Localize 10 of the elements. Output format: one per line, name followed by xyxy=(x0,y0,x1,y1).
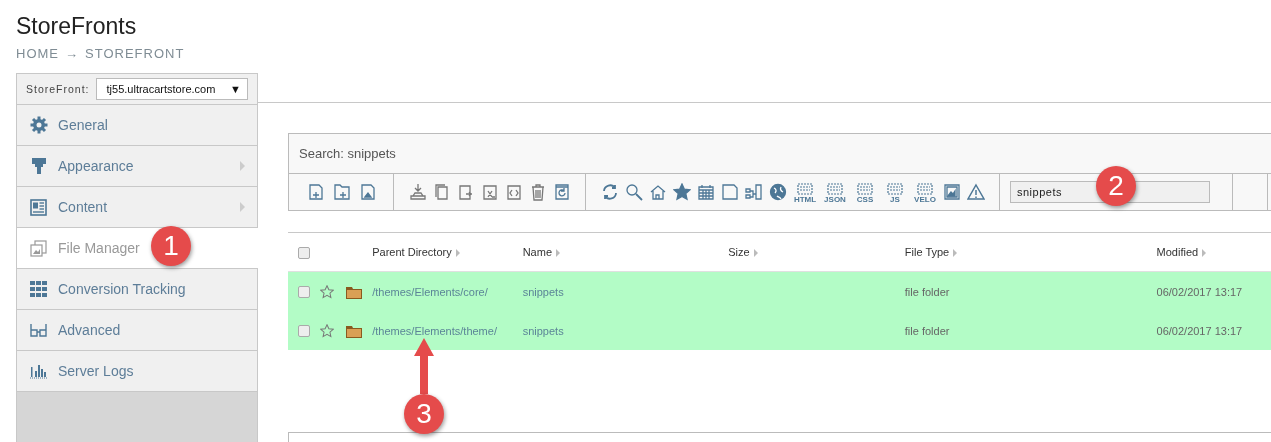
step-number-tooltip: 3 xyxy=(404,394,444,434)
file-name: snippets xyxy=(522,324,564,337)
page-title: StoreFronts xyxy=(16,12,138,40)
file-type: file folder xyxy=(904,324,950,337)
file-name: snippets xyxy=(522,285,564,298)
modified-date: 06/02/2017 13:17 xyxy=(1156,285,1243,298)
modified-date: 06/02/2017 13:17 xyxy=(1156,324,1243,337)
file-type: file folder xyxy=(904,285,950,298)
selector-label: StoreFront: xyxy=(26,83,90,95)
breadcrumb-separator: → xyxy=(65,46,79,61)
